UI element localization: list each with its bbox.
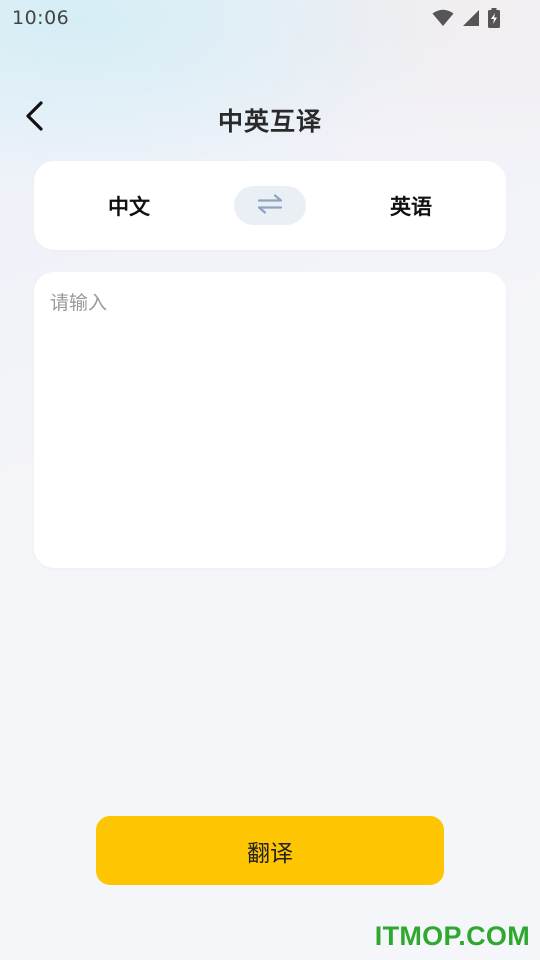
cellular-signal-icon xyxy=(462,9,480,27)
page-title: 中英互译 xyxy=(217,107,322,136)
language-selector-card: 中文 英语 xyxy=(34,161,506,250)
swap-languages-button[interactable] xyxy=(234,186,306,225)
header: 中英互译 xyxy=(0,88,540,148)
wifi-icon xyxy=(432,9,454,27)
watermark: ITMOP.COM xyxy=(374,921,530,951)
swap-arrows-icon xyxy=(257,193,283,219)
status-icons xyxy=(432,8,500,28)
source-language-button[interactable]: 中文 xyxy=(54,161,204,250)
target-language-button[interactable]: 英语 xyxy=(336,161,486,250)
translation-input[interactable] xyxy=(50,288,490,552)
status-bar: 10:06 xyxy=(0,0,540,36)
battery-charging-icon xyxy=(488,8,500,28)
input-card xyxy=(34,272,506,568)
status-time: 10:06 xyxy=(12,7,70,29)
translate-button[interactable]: 翻译 xyxy=(96,816,444,885)
